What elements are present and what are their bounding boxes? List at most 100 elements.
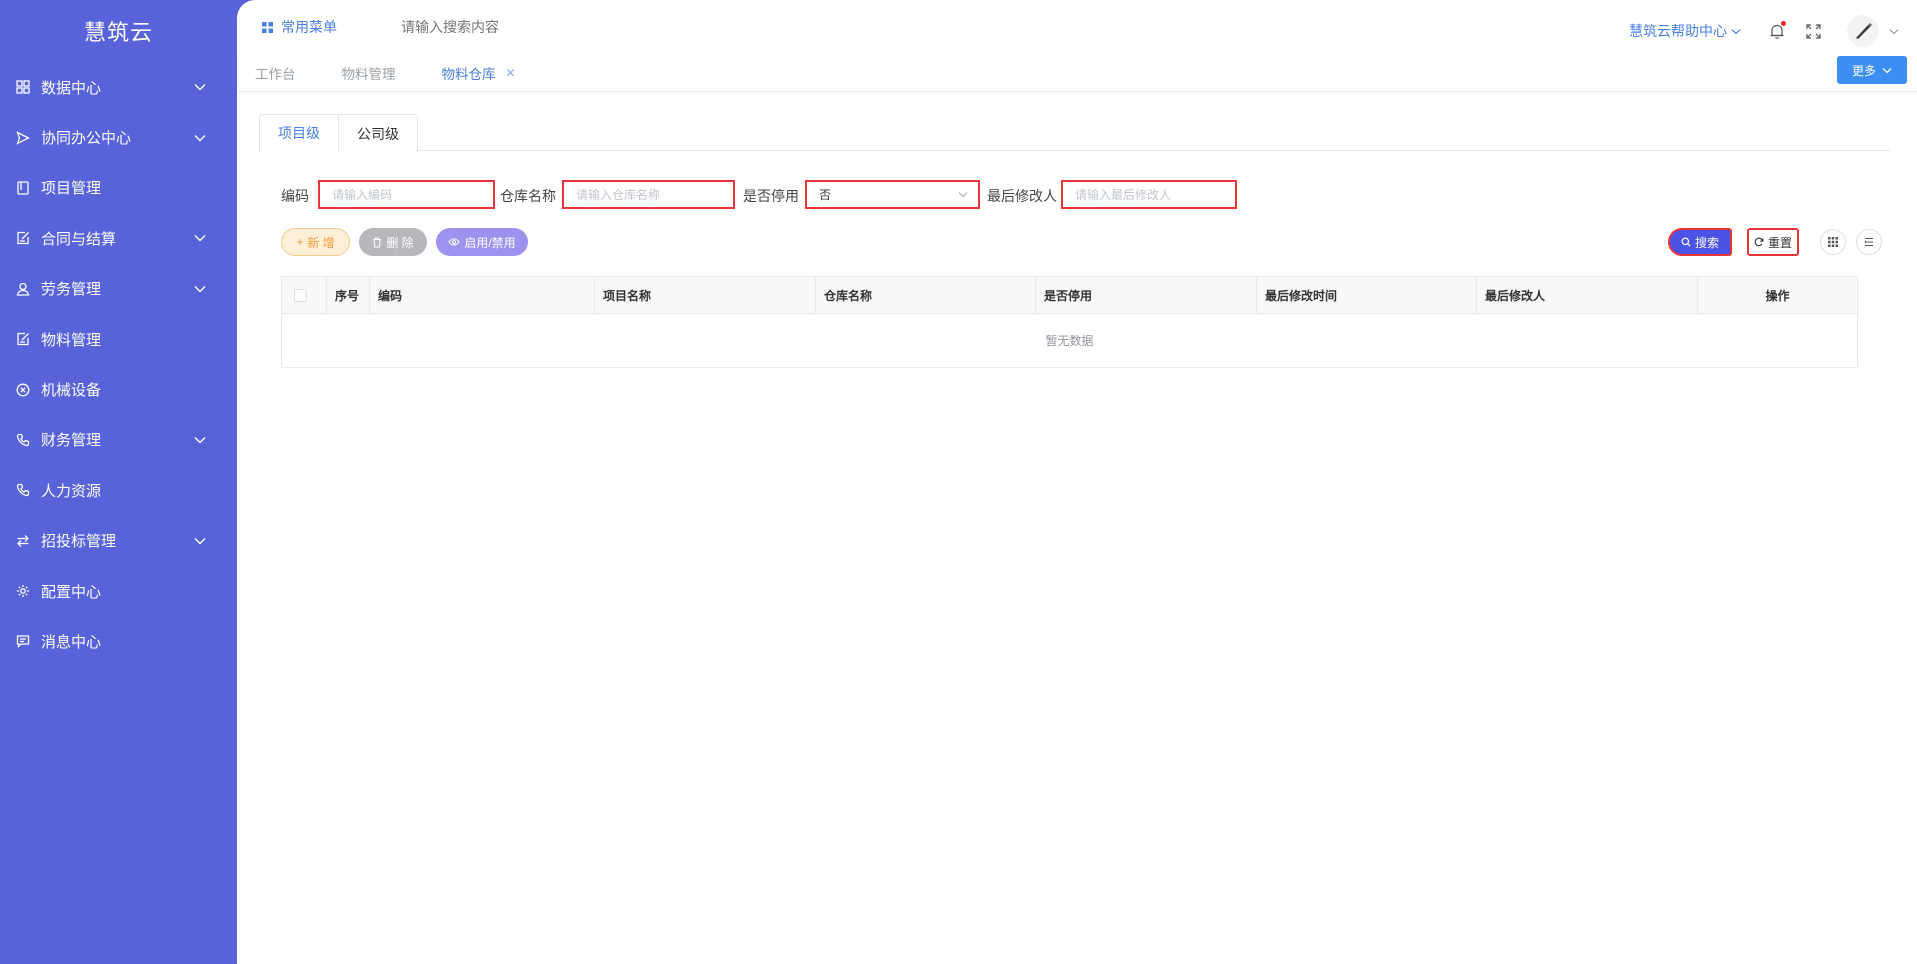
exchange-icon [15, 533, 31, 549]
sidebar-item-label: 劳务管理 [41, 281, 102, 299]
content-area: 项目级 公司级 编码 仓库名称 是否停用 否 最后修改人 + 新 增 删 除 [259, 114, 1890, 368]
refresh-icon [1754, 237, 1764, 247]
eye-icon [448, 238, 460, 246]
plus-icon: + [296, 235, 304, 249]
sidebar-item-labor-management[interactable]: 劳务管理 [0, 264, 237, 314]
sidebar-item-label: 招投标管理 [41, 533, 117, 551]
sidebar-item-machinery[interactable]: 机械设备 [0, 364, 237, 414]
fullscreen-icon[interactable] [1803, 21, 1823, 41]
chevron-down-icon [193, 534, 207, 548]
sidebar-item-label: 协同办公中心 [41, 130, 132, 148]
grid-icon [15, 79, 31, 95]
bell-icon[interactable] [1767, 21, 1787, 41]
favorites-menu[interactable]: 常用菜单 [262, 17, 337, 37]
column-header[interactable]: 编码 [370, 277, 595, 314]
last-modifier-input[interactable] [1061, 180, 1237, 209]
column-header[interactable]: 最后修改时间 [1257, 277, 1477, 314]
sidebar-item-label: 配置中心 [41, 583, 102, 601]
disabled-status-select[interactable]: 否 [805, 180, 980, 209]
chevron-down-icon [1731, 28, 1741, 35]
column-settings-icon[interactable] [1820, 229, 1846, 255]
enable-disable-button[interactable]: 启用/禁用 [436, 228, 528, 256]
enable-disable-label: 启用/禁用 [464, 235, 516, 250]
phone-icon [15, 432, 31, 448]
search-button[interactable]: 搜索 [1668, 228, 1732, 256]
help-center-link[interactable]: 慧筑云帮助中心 [1629, 21, 1741, 41]
sidebar-item-contract-settlement[interactable]: 合同与结算 [0, 213, 237, 263]
reset-button[interactable]: 重置 [1747, 228, 1799, 256]
warehouse-table: 序号 编码 项目名称 仓库名称 是否停用 最后修改时间 最后修改人 操作 暂无数… [281, 276, 1858, 368]
tab-material-management[interactable]: 物料管理 [342, 63, 396, 83]
app-logo: 慧筑云 [83, 20, 153, 45]
column-header[interactable]: 是否停用 [1036, 277, 1257, 314]
sidebar-item-label: 合同与结算 [41, 230, 117, 248]
global-search-input[interactable] [401, 19, 621, 35]
search-icon [1681, 237, 1691, 247]
actions-toolbar: + 新 增 删 除 启用/禁用 搜索 重置 [259, 228, 1890, 258]
code-input[interactable] [318, 180, 495, 209]
sidebar-item-material-management[interactable]: 物料管理 [0, 314, 237, 364]
tab-label: 物料管理 [341, 66, 396, 82]
chevron-down-icon[interactable] [1889, 28, 1899, 35]
tab-workbench[interactable]: 工作台 [255, 63, 296, 83]
select-all-checkbox[interactable] [294, 289, 307, 302]
sidebar: 慧筑云 数据中心 协同办公中心 项目管理 合同与结算 劳务管理 物料管理 机械设… [0, 0, 237, 964]
edit-doc-icon [15, 331, 31, 347]
delete-label: 删 除 [386, 235, 414, 250]
more-label: 更多 [1851, 63, 1876, 78]
apps-icon [262, 21, 273, 33]
toggle-search-icon[interactable] [1856, 229, 1882, 255]
empty-state: 暂无数据 [1045, 334, 1094, 348]
chevron-down-icon [193, 131, 207, 145]
user-avatar[interactable] [1847, 15, 1879, 47]
warehouse-name-input[interactable] [562, 180, 735, 209]
sidebar-item-data-center[interactable]: 数据中心 [0, 62, 237, 112]
sidebar-item-label: 物料管理 [41, 331, 102, 349]
warehouse-name-label: 仓库名称 [500, 188, 556, 204]
trash-icon [372, 236, 382, 248]
sidebar-item-bidding[interactable]: 招投标管理 [0, 516, 237, 566]
search-label: 搜索 [1694, 235, 1719, 250]
add-button[interactable]: + 新 增 [281, 228, 350, 256]
tab-company-level[interactable]: 公司级 [338, 114, 418, 152]
column-header[interactable]: 项目名称 [595, 277, 816, 314]
column-header[interactable]: 序号 [327, 277, 370, 314]
delete-button[interactable]: 删 除 [359, 228, 427, 256]
code-label: 编码 [281, 188, 309, 204]
page-tabs-bar: 工作台 物料管理 物料仓库 ✕ 更多 [237, 54, 1917, 92]
sidebar-item-label: 财务管理 [41, 432, 102, 450]
sidebar-item-collab-office[interactable]: 协同办公中心 [0, 112, 237, 162]
chevron-down-icon [193, 231, 207, 245]
help-center-label: 慧筑云帮助中心 [1629, 23, 1727, 39]
sidebar-item-message-center[interactable]: 消息中心 [0, 616, 237, 666]
chevron-down-icon [193, 282, 207, 296]
sidebar-item-human-resources[interactable]: 人力资源 [0, 465, 237, 515]
chevron-down-icon [193, 80, 207, 94]
worker-icon [15, 281, 31, 297]
sidebar-item-project-management[interactable]: 项目管理 [0, 163, 237, 213]
edit-doc-icon [15, 230, 31, 246]
column-header: 操作 [1765, 289, 1790, 303]
book-icon [15, 180, 31, 196]
close-icon[interactable]: ✕ [506, 66, 516, 80]
sidebar-item-finance[interactable]: 财务管理 [0, 415, 237, 465]
more-button[interactable]: 更多 [1837, 56, 1907, 84]
table-header: 序号 编码 项目名称 仓库名称 是否停用 最后修改时间 最后修改人 操作 [282, 277, 1857, 314]
sidebar-item-label: 数据中心 [41, 79, 102, 97]
sidebar-item-config-center[interactable]: 配置中心 [0, 566, 237, 616]
tab-material-warehouse[interactable]: 物料仓库 ✕ [442, 63, 516, 83]
reset-label: 重置 [1767, 235, 1792, 250]
add-label: 新 增 [307, 235, 335, 250]
disabled-status-label: 是否停用 [743, 188, 799, 204]
notification-dot [1781, 21, 1786, 26]
sidebar-item-label: 项目管理 [41, 180, 102, 198]
tab-label: 物料仓库 [441, 66, 496, 82]
gear-icon [15, 583, 31, 599]
filter-form: 编码 仓库名称 是否停用 否 最后修改人 [259, 180, 1890, 212]
tab-project-level[interactable]: 项目级 [259, 114, 339, 152]
circle-x-icon [15, 382, 31, 398]
column-header[interactable]: 最后修改人 [1477, 277, 1698, 314]
main-panel: 常用菜单 慧筑云帮助中心 工作台 物料管理 物料仓库 ✕ [237, 0, 1917, 964]
top-bar: 常用菜单 慧筑云帮助中心 [237, 0, 1917, 54]
column-header[interactable]: 仓库名称 [816, 277, 1036, 314]
